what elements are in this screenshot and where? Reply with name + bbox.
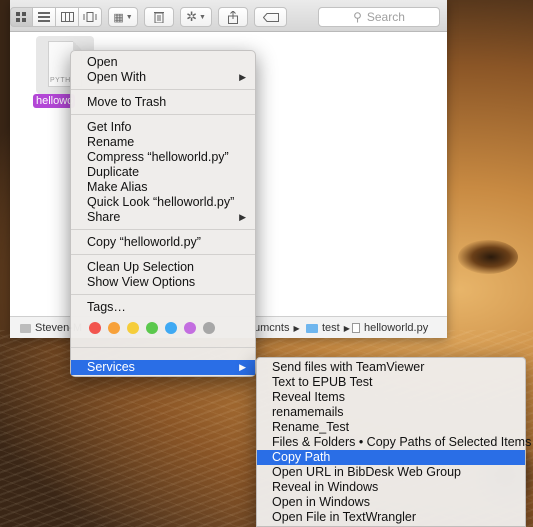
icon-view-button[interactable] <box>10 7 33 27</box>
submenu-arrow-icon: ▶ <box>239 72 246 82</box>
menu-item-open-with[interactable]: Open With ▶ <box>71 70 255 85</box>
wallpaper-lion-eye <box>458 240 518 274</box>
menu-item-compress[interactable]: Compress “helloworld.py” <box>71 150 255 165</box>
search-field[interactable]: ⚲ Search <box>318 7 440 27</box>
service-item[interactable]: renamemails <box>257 405 525 420</box>
service-item[interactable]: Rename_Test <box>257 420 525 435</box>
menu-item-label: Open With <box>87 70 147 84</box>
tag-yellow[interactable] <box>127 322 139 334</box>
tag-orange[interactable] <box>108 322 120 334</box>
service-item[interactable]: Text to EPUB Test <box>257 375 525 390</box>
list-view-button[interactable] <box>33 7 56 27</box>
menu-item-services[interactable]: Services ▶ <box>71 360 255 375</box>
menu-item-label: Quick Look “helloworld.py” <box>87 195 235 209</box>
arrange-grid-icon: ▦ <box>113 11 124 24</box>
menu-separator <box>71 254 255 255</box>
menu-item-tags[interactable]: Tags… <box>71 300 255 315</box>
path-documents-label: umcnts <box>254 322 290 334</box>
context-menu: Open Open With ▶ Move to Trash Get Info R… <box>70 50 256 377</box>
path-item-test[interactable]: test ▶ <box>306 322 350 334</box>
trash-icon <box>154 12 164 23</box>
service-item[interactable]: Open File in TextWrangler <box>257 510 525 525</box>
folder-icon <box>306 323 318 333</box>
tag-color-row <box>89 322 215 334</box>
coverflow-view-icon <box>83 12 97 22</box>
arrange-button[interactable]: ▦ ▼ <box>108 7 138 27</box>
menu-item-copy[interactable]: Copy “helloworld.py” <box>71 235 255 250</box>
menu-item-label: Show View Options <box>87 275 196 289</box>
file-name-label[interactable]: hellowo <box>33 94 75 108</box>
service-item[interactable]: Files & Folders • Copy Paths of Selected… <box>257 435 531 450</box>
menu-separator <box>71 114 255 115</box>
list-view-icon <box>38 12 50 22</box>
tag-red[interactable] <box>89 322 101 334</box>
column-view-icon <box>60 12 74 22</box>
service-item-copy-path[interactable]: Copy Path <box>257 450 525 465</box>
delete-button[interactable] <box>144 7 174 27</box>
submenu-arrow-icon: ▶ <box>239 362 246 372</box>
menu-separator <box>71 229 255 230</box>
menu-item-label: Share <box>87 210 121 224</box>
menu-item-label: Move to Trash <box>87 95 167 109</box>
menu-item-label: Compress “helloworld.py” <box>87 150 229 164</box>
path-item-file[interactable]: helloworld.py <box>352 322 428 334</box>
menu-item-move-to-trash[interactable]: Move to Trash <box>71 95 255 110</box>
document-icon <box>352 323 360 333</box>
gear-icon: ✲ <box>186 9 197 24</box>
finder-toolbar: ▦ ▼ ✲ ▼ ⚲ Search <box>10 0 447 32</box>
chevron-down-icon: ▼ <box>125 13 133 21</box>
menu-item-label: Services <box>87 360 135 374</box>
chevron-down-icon: ▼ <box>198 13 206 21</box>
tag-gray[interactable] <box>203 322 215 334</box>
menu-item-label: Clean Up Selection <box>87 260 195 274</box>
menu-item-get-info[interactable]: Get Info <box>71 120 255 135</box>
menu-item-label: Rename <box>87 135 135 149</box>
action-button[interactable]: ✲ ▼ <box>180 7 212 27</box>
service-item[interactable]: Send files with TeamViewer <box>257 360 525 375</box>
tag-blue[interactable] <box>165 322 177 334</box>
path-separator-icon: ▶ <box>343 323 350 333</box>
service-item[interactable]: Open URL in BibDesk Web Group <box>257 465 525 480</box>
path-item-documents[interactable]: umcnts ▶ <box>254 322 300 334</box>
menu-item-label: Duplicate <box>87 165 140 179</box>
menu-item-share[interactable]: Share ▶ <box>71 210 255 225</box>
edit-tags-button[interactable] <box>254 7 287 27</box>
menu-item-label: Make Alias <box>87 180 148 194</box>
menu-separator <box>71 294 255 295</box>
icon-view-icon <box>16 11 26 22</box>
path-separator-icon: ▶ <box>293 323 300 333</box>
service-item[interactable]: Open in Windows <box>257 495 525 510</box>
menu-item-rename[interactable]: Rename <box>71 135 255 150</box>
menu-item-label: Copy “helloworld.py” <box>87 235 201 249</box>
share-icon <box>228 10 238 24</box>
search-icon: ⚲ <box>353 10 362 24</box>
menu-item-label: Tags… <box>87 300 126 314</box>
menu-separator <box>71 347 255 348</box>
menu-item-clean-up-selection[interactable]: Clean Up Selection <box>71 260 255 275</box>
search-placeholder: Search <box>366 10 405 24</box>
share-button[interactable] <box>218 7 248 27</box>
tag-green[interactable] <box>146 322 158 334</box>
menu-item-make-alias[interactable]: Make Alias <box>71 180 255 195</box>
column-view-button[interactable] <box>56 7 79 27</box>
tag-purple[interactable] <box>184 322 196 334</box>
services-submenu: Send files with TeamViewer Text to EPUB … <box>256 357 531 527</box>
file-type-label: PYTH <box>50 77 71 84</box>
tag-icon <box>262 12 279 22</box>
menu-item-show-view-options[interactable]: Show View Options <box>71 275 255 290</box>
service-item[interactable]: Reveal in Windows <box>257 480 525 495</box>
menu-item-duplicate[interactable]: Duplicate <box>71 165 255 180</box>
menu-item-label: Open <box>87 55 118 69</box>
coverflow-view-button[interactable] <box>79 7 102 27</box>
path-file-label: helloworld.py <box>364 322 429 334</box>
menu-item-quick-look[interactable]: Quick Look “helloworld.py” <box>71 195 255 210</box>
menu-separator <box>71 89 255 90</box>
menu-item-open[interactable]: Open <box>71 55 255 70</box>
computer-icon <box>20 323 31 333</box>
view-mode-control <box>10 7 102 27</box>
service-item[interactable]: Reveal Items <box>257 390 525 405</box>
menu-item-label: Get Info <box>87 120 132 134</box>
path-test-label: test <box>322 322 340 334</box>
submenu-arrow-icon: ▶ <box>239 212 246 222</box>
